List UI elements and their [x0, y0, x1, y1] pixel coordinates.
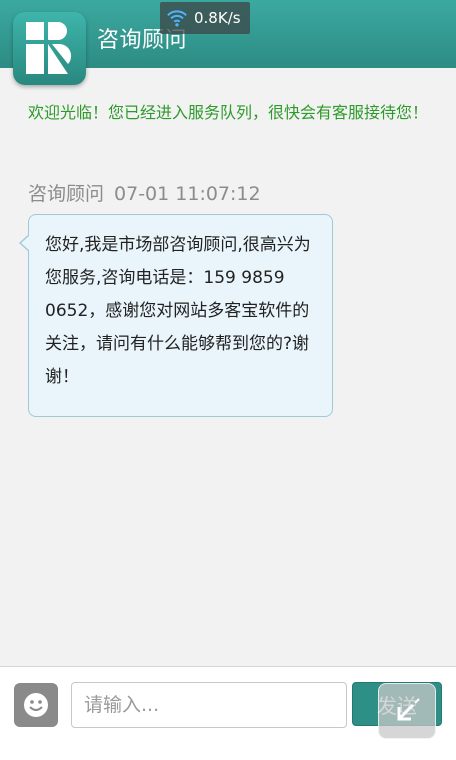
welcome-message: 欢迎光临！您已经进入服务队列，很快会有客服接待您！: [28, 103, 429, 122]
shrink-arrow-icon: [397, 698, 420, 721]
message-meta: 咨询顾问 07-01 11:07:12: [28, 179, 261, 206]
message-sender: 咨询顾问: [28, 183, 105, 205]
wifi-icon: [167, 10, 187, 27]
smiley-icon: [24, 693, 48, 717]
message-time: 07-01 11:07:12: [114, 183, 261, 205]
message-text: 您好,我是市场部咨询顾问,很高兴为您服务,咨询电话是：159 9859 0652…: [45, 235, 311, 387]
emoji-button[interactable]: [14, 683, 58, 727]
bubble-tail-fill: [21, 235, 30, 251]
network-speed-overlay: 0.8K/s: [160, 2, 250, 34]
network-speed-text: 0.8K/s: [194, 9, 241, 27]
message-bubble: 您好,我是市场部咨询顾问,很高兴为您服务,咨询电话是：159 9859 0652…: [28, 214, 333, 417]
brand-logo-icon: [13, 12, 86, 85]
message-input[interactable]: [71, 682, 347, 728]
floating-shrink-button[interactable]: [378, 683, 436, 739]
